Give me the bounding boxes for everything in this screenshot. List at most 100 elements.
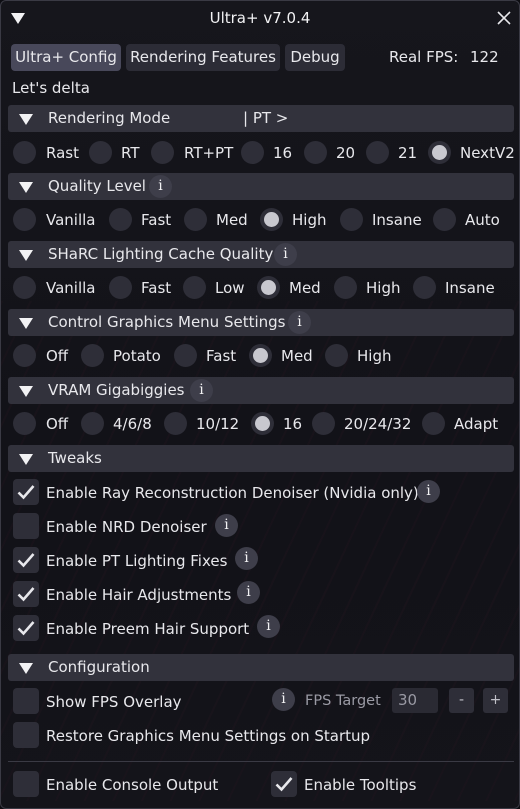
section-header-sharc[interactable]: SHaRC Lighting Cache Quality i [8,241,514,268]
info-icon[interactable]: i [237,581,260,604]
info-icon[interactable]: i [215,514,238,537]
fps-target-input[interactable]: 30 [392,688,438,713]
radio-fast[interactable] [109,208,132,231]
checkbox-nrd-denoiser[interactable] [13,513,39,539]
section-header-control-graphics[interactable]: Control Graphics Menu Settings i [8,309,514,336]
radio-low[interactable] [183,276,206,299]
tab-rendering-features[interactable]: Rendering Features [126,44,280,71]
radio-med[interactable] [249,344,272,367]
info-icon[interactable]: i [272,688,295,711]
checkbox-enable-tooltips[interactable] [271,771,297,797]
fps-target-decrement-button[interactable]: - [449,688,474,713]
info-icon[interactable]: i [257,615,280,638]
section-header-quality-level[interactable]: Quality Level i [8,173,514,200]
radio-auto[interactable] [433,208,456,231]
radio-med[interactable] [184,208,207,231]
checkbox-label: Enable Ray Reconstruction Denoiser (Nvid… [46,484,419,502]
radio-med[interactable] [257,276,280,299]
info-icon[interactable]: i [235,547,258,570]
radio-label: Med [216,211,248,229]
radio-high[interactable] [334,276,357,299]
section-header-configuration[interactable]: Configuration [8,654,514,681]
radio-label: Vanilla [46,279,96,297]
info-icon[interactable]: i [417,480,440,503]
close-icon[interactable] [495,9,513,27]
checkbox-show-fps-overlay[interactable] [13,688,39,714]
radio-4-6-8[interactable] [81,412,104,435]
radio-10-12[interactable] [164,412,187,435]
radio-adapt[interactable] [422,412,445,435]
fps-target-increment-button[interactable]: + [483,688,508,713]
divider [8,761,514,762]
section-title: Rendering Mode [48,109,171,127]
checkbox-console-output[interactable] [13,771,39,797]
checkbox-preem-hair-support[interactable] [13,615,39,641]
section-header-tweaks[interactable]: Tweaks [8,445,514,472]
checkbox-ray-reconstruction[interactable] [13,479,39,505]
section-header-rendering-mode[interactable]: Rendering Mode | PT > [8,105,514,132]
check-icon [17,485,35,500]
checkbox-label: Enable PT Lighting Fixes [46,552,228,570]
section-title: Quality Level [48,177,146,195]
check-icon [17,553,35,568]
window-title: Ultra+ v7.0.4 [209,9,311,27]
radio-rt[interactable] [89,141,112,164]
title-bar[interactable]: Ultra+ v7.0.4 [1,1,519,37]
radio-nextv2[interactable] [428,141,451,164]
radio-label: High [357,347,392,365]
info-icon[interactable]: i [149,175,172,198]
radio-vanilla[interactable] [13,208,36,231]
checkbox-pt-lighting-fixes[interactable] [13,547,39,573]
radio-label: Fast [206,347,237,365]
check-icon [17,621,35,636]
radio-fast[interactable] [174,344,197,367]
radio-21[interactable] [366,141,389,164]
info-icon[interactable]: i [190,379,213,402]
section-header-vram[interactable]: VRAM Gigabiggies i [8,377,514,404]
radio-fast[interactable] [109,276,132,299]
radio-label: Off [46,347,69,365]
checkbox-hair-adjustments[interactable] [13,581,39,607]
radio-off[interactable] [13,344,36,367]
radio-label: 16 [273,144,293,162]
radio-insane[interactable] [413,276,436,299]
radio-20[interactable] [304,141,327,164]
radio-label: High [292,211,327,229]
info-icon[interactable]: i [288,311,311,334]
radio-label: Vanilla [46,211,96,229]
radio-insane[interactable] [340,208,363,231]
radio-label: 20 [336,144,356,162]
radio-vanilla[interactable] [13,276,36,299]
radio-20-24-32[interactable] [312,412,335,435]
radio-label: Adapt [454,415,499,433]
info-icon[interactable]: i [274,243,297,266]
check-icon [275,777,293,792]
radio-off[interactable] [13,412,36,435]
tab-debug[interactable]: Debug [285,44,345,71]
radio-label: Med [281,347,313,365]
radio-label: 10/12 [196,415,240,433]
checkbox-restore-graphics-settings[interactable] [13,722,39,748]
section-title: Configuration [48,658,150,676]
checkbox-label: Enable Hair Adjustments [46,586,232,604]
radio-label: NextV2 [460,144,515,162]
radio-label: Auto [465,211,500,229]
radio-label: Insane [372,211,422,229]
radio-potato[interactable] [81,344,104,367]
radio-16[interactable] [241,141,264,164]
radio-16[interactable] [251,412,274,435]
radio-label: 4/6/8 [113,415,152,433]
section-title: Control Graphics Menu Settings [48,313,286,331]
collapse-arrow-icon [19,386,33,397]
radio-rast[interactable] [13,141,36,164]
radio-rt-pt[interactable] [151,141,174,164]
radio-label: Rast [46,144,79,162]
collapse-arrow-icon [19,454,33,465]
collapse-arrow-icon [19,318,33,329]
radio-high[interactable] [325,344,348,367]
tab-ultra-config[interactable]: Ultra+ Config [11,44,121,71]
collapse-arrow-icon [19,182,33,193]
radio-high[interactable] [260,208,283,231]
radio-label: Potato [113,347,161,365]
status-text: Let's delta [12,79,90,97]
